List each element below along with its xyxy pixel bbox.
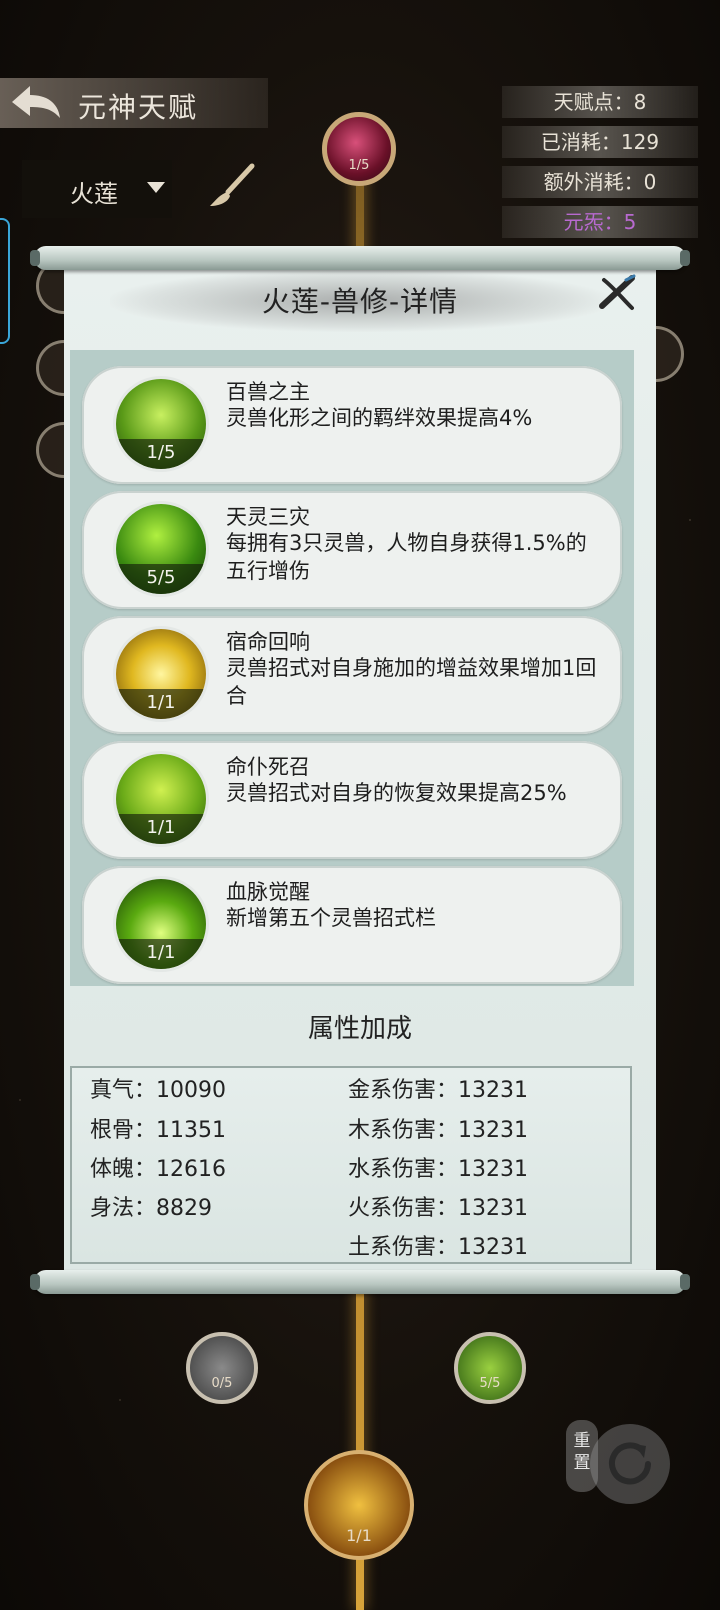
three-calamities-icon: 5/5 bbox=[116, 504, 206, 594]
talent-description: 灵兽化形之间的羁绊效果提高4% bbox=[226, 406, 533, 430]
talent-card-bloodline-awaken[interactable]: 1/1 血脉觉醒 新增第五个灵兽招式栏 bbox=[82, 866, 622, 984]
talent-node-beast[interactable] bbox=[454, 1332, 526, 1404]
talent-name: 命仆死召 bbox=[226, 755, 310, 779]
caret-down-icon bbox=[147, 182, 165, 193]
attr-wood-damage: 木系伤害：13231 bbox=[348, 1118, 528, 1143]
talent-level: 1/1 bbox=[116, 939, 206, 969]
scroll-top-roller bbox=[30, 246, 690, 270]
talent-card-servant-summon[interactable]: 1/1 命仆死召 灵兽招式对自身的恢复效果提高25% bbox=[82, 741, 622, 859]
attr-gengu: 根骨：11351 bbox=[90, 1118, 226, 1143]
talent-card-fate-echo[interactable]: 1/1 宿命回响 灵兽招式对自身施加的增益效果增加1回合 bbox=[82, 616, 622, 734]
talent-path-dropdown[interactable]: 火莲 bbox=[22, 160, 172, 218]
extra-consumed-stat: 额外消耗：0 bbox=[502, 166, 698, 198]
attr-tipo: 体魄：12616 bbox=[90, 1157, 226, 1182]
talent-name: 宿命回响 bbox=[226, 630, 310, 654]
attr-earth-damage: 土系伤害：13231 bbox=[348, 1235, 528, 1260]
back-arrow-icon[interactable] bbox=[8, 82, 64, 124]
talent-description: 灵兽招式对自身施加的增益效果增加1回合 bbox=[226, 656, 597, 708]
talent-name: 天灵三灾 bbox=[226, 505, 310, 529]
talent-level: 1/1 bbox=[116, 689, 206, 719]
dropdown-value: 火莲 bbox=[70, 180, 118, 208]
talent-level: 5/5 bbox=[116, 564, 206, 594]
reset-button[interactable] bbox=[590, 1424, 670, 1504]
reset-label: 重置 bbox=[566, 1420, 598, 1492]
attr-water-damage: 水系伤害：13231 bbox=[348, 1157, 528, 1182]
node-count: 1/1 bbox=[346, 1526, 372, 1545]
close-icon[interactable] bbox=[596, 272, 638, 314]
top-talent-node[interactable] bbox=[322, 112, 396, 186]
talent-card-beast-lord[interactable]: 1/5 百兽之主 灵兽化形之间的羁绊效果提高4% bbox=[82, 366, 622, 484]
brush-icon[interactable] bbox=[206, 160, 258, 212]
talent-name: 百兽之主 bbox=[226, 380, 310, 404]
talent-description: 每拥有3只灵兽，人物自身获得1.5%的五行增伤 bbox=[226, 531, 587, 583]
fate-echo-icon: 1/1 bbox=[116, 629, 206, 719]
talent-name: 血脉觉醒 bbox=[226, 880, 310, 904]
servant-summon-icon: 1/1 bbox=[116, 754, 206, 844]
attr-zhenqi: 真气：10090 bbox=[90, 1078, 226, 1103]
talent-level: 1/5 bbox=[116, 439, 206, 469]
talent-description: 灵兽招式对自身的恢复效果提高25% bbox=[226, 781, 567, 805]
attributes-title: 属性加成 bbox=[307, 1014, 412, 1044]
bloodline-awaken-icon: 1/1 bbox=[116, 879, 206, 969]
node-count: 5/5 bbox=[479, 1376, 501, 1391]
talent-card-three-calamities[interactable]: 5/5 天灵三灾 每拥有3只灵兽，人物自身获得1.5%的五行增伤 bbox=[82, 491, 622, 609]
yuanqi-stat: 元炁：5 bbox=[502, 206, 698, 238]
beast-lord-icon: 1/5 bbox=[116, 379, 206, 469]
refresh-icon bbox=[609, 1442, 651, 1485]
page-title: 元神天赋 bbox=[78, 91, 199, 124]
talent-node-locked[interactable] bbox=[186, 1332, 258, 1404]
talent-description: 新增第五个灵兽招式栏 bbox=[226, 906, 436, 930]
attr-shenfa: 身法：8829 bbox=[90, 1196, 212, 1221]
consumed-stat: 已消耗：129 bbox=[502, 126, 698, 158]
talent-points-stat: 天赋点：8 bbox=[502, 86, 698, 118]
attr-fire-damage: 火系伤害：13231 bbox=[348, 1196, 528, 1221]
node-count: 0/5 bbox=[211, 1376, 233, 1391]
top-node-count: 1/5 bbox=[348, 158, 370, 173]
talent-level: 1/1 bbox=[116, 814, 206, 844]
scroll-bottom-roller bbox=[30, 1270, 690, 1294]
attr-metal-damage: 金系伤害：13231 bbox=[348, 1078, 528, 1103]
